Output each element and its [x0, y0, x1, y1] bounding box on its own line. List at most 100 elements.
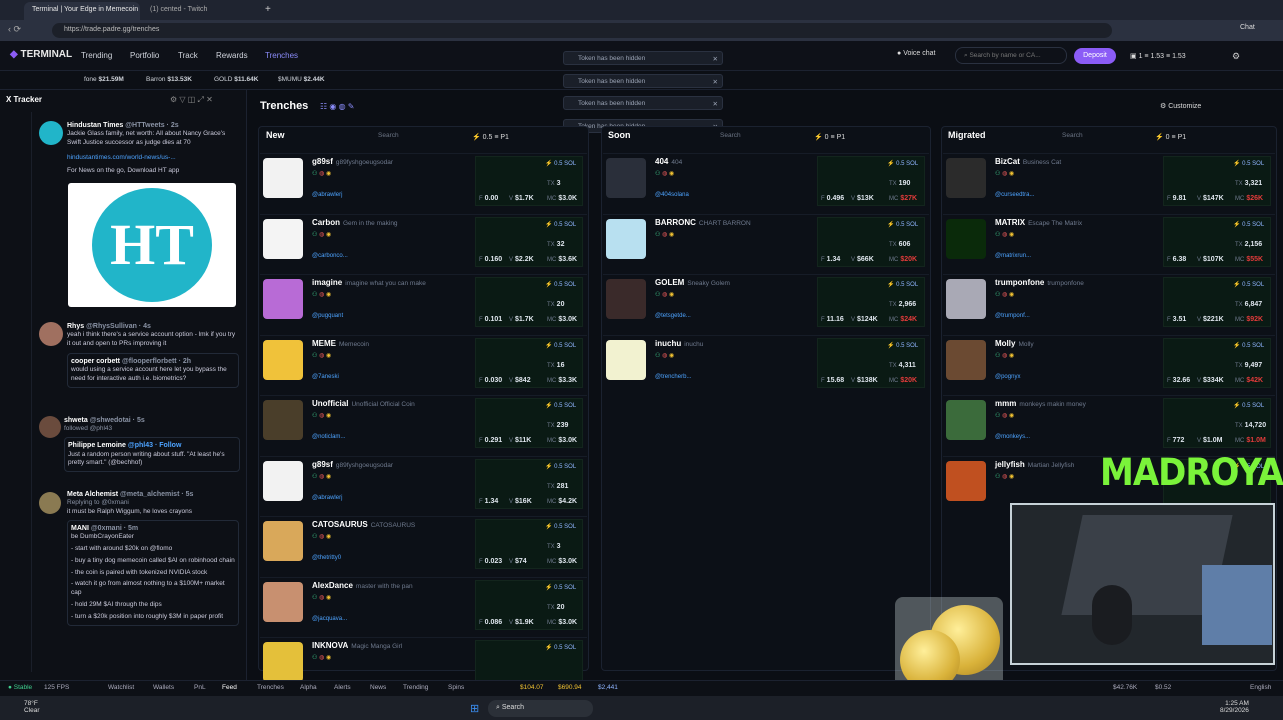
- token-creator-handle[interactable]: @pognyx: [995, 374, 1020, 380]
- quick-buy-button[interactable]: ⚡ 0.5 SOL: [545, 281, 576, 288]
- tweet[interactable]: shweta @shwedotai · 5s followed @phl43 P…: [64, 416, 240, 473]
- token-thumbnail[interactable]: [263, 642, 303, 682]
- tweet[interactable]: Meta Alchemist @meta_alchemist · 5s Repl…: [67, 490, 239, 626]
- token-thumbnail[interactable]: [263, 521, 303, 561]
- customize-button[interactable]: ⚙ Customize: [1160, 102, 1201, 110]
- token-creator-handle[interactable]: @abrawlerj: [312, 495, 342, 501]
- token-name[interactable]: GOLEM Sneaky Golem: [655, 278, 730, 287]
- token-thumbnail[interactable]: [946, 460, 986, 501]
- token-name[interactable]: Carbon Gem in the making: [312, 218, 398, 227]
- quick-buy-button[interactable]: ⚡ 0.5 SOL: [545, 221, 576, 228]
- voice-chat-button[interactable]: ● Voice chat: [897, 50, 936, 57]
- terminal-logo[interactable]: ◆ TERMINAL: [10, 49, 72, 60]
- token-creator-handle[interactable]: @pugquant: [312, 313, 343, 319]
- token-name[interactable]: MATRIX Escape The Matrix: [995, 218, 1082, 227]
- footer-item[interactable]: Spins: [448, 684, 464, 691]
- token-thumbnail[interactable]: [263, 279, 303, 319]
- view-toggle-icons[interactable]: ☷ ◉ ◍ ✎: [320, 102, 355, 111]
- nav-track[interactable]: Track: [178, 51, 198, 60]
- token-creator-handle[interactable]: @curseedtra...: [995, 192, 1034, 198]
- avatar[interactable]: [39, 121, 63, 145]
- quick-buy-button[interactable]: ⚡ 0.5 SOL: [887, 221, 918, 228]
- token-name[interactable]: g89sf g89fyshgoeugsodar: [312, 157, 393, 166]
- wallet-balance[interactable]: ▣ 1 ≡ 1.53 ≡ 1.53: [1130, 52, 1186, 60]
- footer-item[interactable]: Feed: [222, 684, 237, 691]
- chat-button[interactable]: Chat: [1240, 24, 1255, 31]
- token-thumbnail[interactable]: [946, 400, 986, 440]
- deposit-button[interactable]: Deposit: [1074, 48, 1116, 64]
- column-search-input[interactable]: Search: [378, 132, 399, 144]
- token-name[interactable]: AlexDance master with the pan: [312, 581, 413, 590]
- token-thumbnail[interactable]: [606, 279, 646, 319]
- quick-buy-button[interactable]: ⚡ 0.5 SOL: [545, 584, 576, 591]
- ticker-item[interactable]: fone $21.59M: [84, 76, 124, 83]
- token-thumbnail[interactable]: [263, 158, 303, 198]
- avatar[interactable]: [39, 322, 63, 346]
- column-filters[interactable]: ⚡ 0 ≡ P1: [1155, 133, 1186, 141]
- token-creator-handle[interactable]: @abrawlerj: [312, 192, 342, 198]
- token-thumbnail[interactable]: [606, 339, 646, 380]
- token-creator-handle[interactable]: @jacquava...: [312, 616, 347, 622]
- token-name[interactable]: CATOSAURUS CATOSAURUS: [312, 520, 415, 529]
- token-name[interactable]: trumponfone trumponfone: [995, 278, 1084, 287]
- quick-buy-button[interactable]: ⚡ 0.5 SOL: [887, 160, 918, 167]
- nav-portfolio[interactable]: Portfolio: [130, 51, 159, 60]
- token-creator-handle[interactable]: @trencherb...: [655, 374, 691, 380]
- token-name[interactable]: 404 404: [655, 157, 682, 166]
- token-creator-handle[interactable]: @thetritty0: [312, 555, 341, 561]
- windows-start-icon[interactable]: ⊞: [470, 702, 479, 715]
- token-creator-handle[interactable]: @carbonco...: [312, 253, 348, 259]
- ticker-item[interactable]: Barron $13.53K: [146, 76, 192, 83]
- back-icon[interactable]: ‹ ⟳: [8, 24, 21, 35]
- token-thumbnail[interactable]: [946, 218, 986, 259]
- token-thumbnail[interactable]: [946, 158, 986, 198]
- token-name[interactable]: jellyfish Martian Jellyfish: [995, 460, 1074, 469]
- quick-buy-button[interactable]: ⚡ 0.5 SOL: [1233, 281, 1264, 288]
- token-name[interactable]: MEME Memecoin: [312, 339, 369, 348]
- token-thumbnail[interactable]: [946, 279, 986, 319]
- footer-item[interactable]: PnL: [194, 684, 206, 691]
- browser-tab-terminal[interactable]: Terminal | Your Edge in Memecoin: [24, 2, 140, 20]
- language-selector[interactable]: English: [1250, 684, 1271, 691]
- weather-widget[interactable]: 78°F Clear: [24, 700, 40, 714]
- url-input[interactable]: https://trade.padre.gg/trenches: [52, 23, 1112, 38]
- clock[interactable]: 1:25 AM 8/29/2026: [1220, 700, 1249, 714]
- token-name[interactable]: Molly Molly: [995, 339, 1034, 348]
- footer-item[interactable]: Wallets: [153, 684, 174, 691]
- toast-notification[interactable]: Token has been hidden✕: [563, 96, 723, 110]
- footer-item[interactable]: Trending: [403, 684, 428, 691]
- footer-item[interactable]: Alerts: [334, 684, 351, 691]
- token-thumbnail[interactable]: [606, 158, 646, 198]
- token-name[interactable]: BARRONC CHART BARRON: [655, 218, 751, 227]
- token-thumbnail[interactable]: [263, 339, 303, 380]
- token-thumbnail[interactable]: [263, 218, 303, 259]
- tracker-controls[interactable]: ⚙ ▽ ◫ ⤢ ✕: [170, 95, 213, 105]
- footer-item[interactable]: Watchlist: [108, 684, 134, 691]
- quick-buy-button[interactable]: ⚡ 0.5 SOL: [887, 281, 918, 288]
- token-creator-handle[interactable]: @trumponf...: [995, 313, 1030, 319]
- quick-buy-button[interactable]: ⚡ 0.5 SOL: [1233, 160, 1264, 167]
- quick-buy-button[interactable]: ⚡ 0.5 SOL: [887, 342, 918, 349]
- token-name[interactable]: g89sf g89fyshgoeugsodar: [312, 460, 393, 469]
- settings-gear-icon[interactable]: ⚙: [1232, 51, 1240, 62]
- token-name[interactable]: INKNOVA Magic Manga Girl: [312, 641, 402, 650]
- nav-rewards[interactable]: Rewards: [216, 51, 248, 60]
- quick-buy-button[interactable]: ⚡ 0.5 SOL: [545, 523, 576, 530]
- token-name[interactable]: Unofficial Unofficial Official Coin: [312, 399, 415, 408]
- quick-buy-button[interactable]: ⚡ 0.5 SOL: [545, 342, 576, 349]
- tweet[interactable]: Rhys @RhysSullivan · 4s yeah i think the…: [67, 322, 239, 388]
- toast-notification[interactable]: Token has been hidden✕: [563, 74, 723, 88]
- token-creator-handle[interactable]: @matrixrun...: [995, 253, 1031, 259]
- token-name[interactable]: mmm monkeys makin money: [995, 399, 1086, 408]
- token-creator-handle[interactable]: @7aneski: [312, 374, 339, 380]
- new-tab-button[interactable]: +: [265, 4, 271, 15]
- token-creator-handle[interactable]: @monkeys...: [995, 434, 1030, 440]
- avatar[interactable]: [39, 416, 61, 438]
- column-filters[interactable]: ⚡ 0 ≡ P1: [814, 133, 845, 141]
- tweet[interactable]: Hindustan Times @HTTweets · 2s Jackie Gl…: [67, 121, 239, 176]
- quick-buy-button[interactable]: ⚡ 0.5 SOL: [545, 644, 576, 651]
- quick-buy-button[interactable]: ⚡ 0.5 SOL: [1233, 342, 1264, 349]
- token-thumbnail[interactable]: [606, 218, 646, 259]
- quick-buy-button[interactable]: ⚡ 0.5 SOL: [1233, 221, 1264, 228]
- token-name[interactable]: BizCat Business Cat: [995, 157, 1061, 166]
